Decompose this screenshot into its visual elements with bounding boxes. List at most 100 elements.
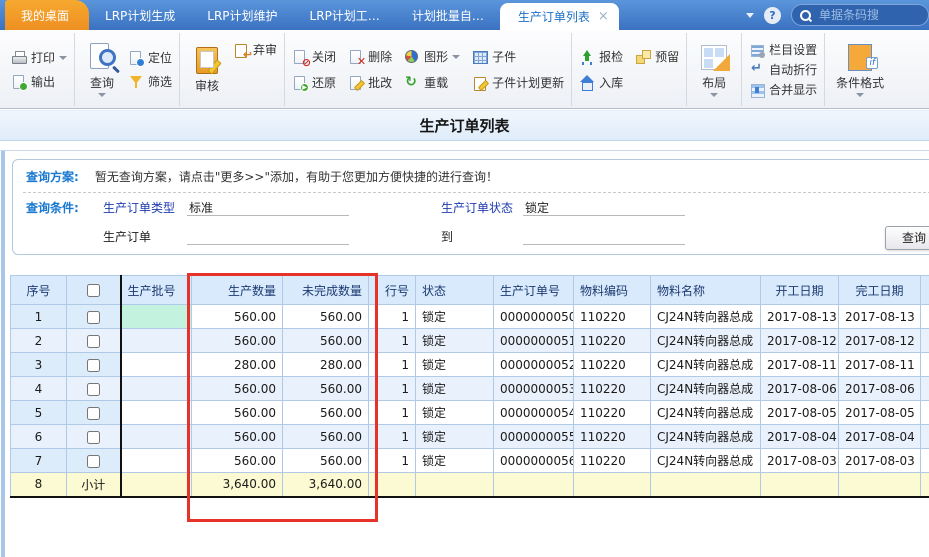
cell-name[interactable]: CJ24N转向器总成 bbox=[651, 401, 761, 425]
graph-button[interactable]: 图形 bbox=[404, 48, 460, 65]
cell-batch[interactable] bbox=[121, 425, 192, 449]
col-header-end[interactable]: 完工日期 bbox=[839, 276, 921, 305]
cell-order_no[interactable]: 0000000055 bbox=[494, 425, 574, 449]
cell-status[interactable]: 锁定 bbox=[416, 449, 494, 473]
cell-qty[interactable]: 560.00 bbox=[192, 377, 283, 401]
cell-order_no[interactable]: 0000000050 bbox=[494, 305, 574, 329]
export-button[interactable]: 输出 bbox=[11, 73, 67, 90]
row-checkbox-cell[interactable] bbox=[67, 353, 121, 377]
col-header-status[interactable]: 状态 bbox=[416, 276, 494, 305]
cell-unfinished[interactable]: 560.00 bbox=[283, 377, 369, 401]
inspect-button[interactable]: 报检 bbox=[579, 48, 623, 65]
cell-code[interactable]: 110220 bbox=[574, 401, 651, 425]
cell-order_no[interactable]: 0000000052 bbox=[494, 353, 574, 377]
row-checkbox-cell[interactable] bbox=[67, 401, 121, 425]
cell-qty[interactable]: 560.00 bbox=[192, 305, 283, 329]
order-from-input[interactable] bbox=[187, 228, 349, 245]
col-header-cb[interactable] bbox=[67, 276, 121, 305]
order-status-label[interactable]: 生产订单状态 bbox=[441, 199, 519, 216]
row-checkbox-cell[interactable] bbox=[67, 329, 121, 353]
cell-start[interactable]: 2017-08-06 bbox=[761, 377, 839, 401]
cell-status[interactable]: 锁定 bbox=[416, 425, 494, 449]
cell-start[interactable]: 2017-08-05 bbox=[761, 401, 839, 425]
cell-unfinished[interactable]: 560.00 bbox=[283, 401, 369, 425]
cell-batch[interactable] bbox=[121, 329, 192, 353]
col-header-line[interactable]: 行号 bbox=[369, 276, 416, 305]
order-type-label[interactable]: 生产订单类型 bbox=[103, 199, 183, 216]
cell-qty[interactable]: 280.00 bbox=[192, 353, 283, 377]
order-type-input[interactable] bbox=[187, 199, 349, 216]
col-header-code[interactable]: 物料编码 bbox=[574, 276, 651, 305]
tab-production-order-list[interactable]: 生产订单列表 × bbox=[500, 3, 619, 30]
close-order-button[interactable]: 关闭 bbox=[292, 48, 336, 65]
cell-order_no[interactable]: 0000000053 bbox=[494, 377, 574, 401]
layout-button[interactable]: 布局 bbox=[694, 42, 734, 97]
order-status-input[interactable] bbox=[523, 199, 685, 216]
cell-start[interactable]: 2017-08-03 bbox=[761, 449, 839, 473]
row-checkbox[interactable] bbox=[87, 455, 100, 468]
cell-code[interactable]: 110220 bbox=[574, 353, 651, 377]
cell-order_no[interactable]: 0000000056 bbox=[494, 449, 574, 473]
cell-end[interactable]: 2017-08-04 bbox=[839, 425, 921, 449]
cell-line[interactable]: 1 bbox=[369, 305, 416, 329]
cell-line[interactable]: 1 bbox=[369, 353, 416, 377]
reserve-button[interactable]: 预留 bbox=[635, 48, 679, 65]
cell-unfinished[interactable]: 560.00 bbox=[283, 449, 369, 473]
cell-end[interactable]: 2017-08-06 bbox=[839, 377, 921, 401]
cell-batch[interactable] bbox=[121, 305, 192, 329]
col-header-start[interactable]: 开工日期 bbox=[761, 276, 839, 305]
cell-end[interactable]: 2017-08-12 bbox=[839, 329, 921, 353]
cell-name[interactable]: CJ24N转向器总成 bbox=[651, 329, 761, 353]
tab-lrp-plan-work[interactable]: LRP计划工… bbox=[294, 0, 396, 30]
cell-code[interactable]: 110220 bbox=[574, 425, 651, 449]
row-checkbox[interactable] bbox=[87, 383, 100, 396]
cell-seq[interactable]: 6 bbox=[11, 425, 67, 449]
restore-button[interactable]: ▶ 还原 bbox=[292, 74, 336, 91]
cell-name[interactable]: CJ24N转向器总成 bbox=[651, 377, 761, 401]
col-header-seq[interactable]: 序号 bbox=[11, 276, 67, 305]
col-header-batch[interactable]: 生产批号 bbox=[121, 276, 192, 305]
cell-status[interactable]: 锁定 bbox=[416, 305, 494, 329]
column-setup-button[interactable]: 栏目设置 bbox=[749, 41, 817, 58]
tab-overflow-chevron-icon[interactable] bbox=[746, 13, 754, 18]
cell-status[interactable]: 锁定 bbox=[416, 329, 494, 353]
cell-end[interactable]: 2017-08-13 bbox=[839, 305, 921, 329]
cell-line[interactable]: 1 bbox=[369, 425, 416, 449]
cell-end[interactable]: 2017-08-05 bbox=[839, 401, 921, 425]
tab-my-desktop[interactable]: 我的桌面 bbox=[5, 0, 89, 30]
cell-start[interactable]: 2017-08-12 bbox=[761, 329, 839, 353]
cell-batch[interactable] bbox=[121, 449, 192, 473]
cell-batch[interactable] bbox=[121, 377, 192, 401]
cell-status[interactable]: 锁定 bbox=[416, 353, 494, 377]
delete-button[interactable]: 删除 bbox=[348, 48, 392, 65]
search-button[interactable]: 查询 bbox=[885, 226, 929, 250]
audit-button[interactable]: 审核 bbox=[187, 45, 227, 94]
cell-seq[interactable]: 5 bbox=[11, 401, 67, 425]
help-icon[interactable]: ? bbox=[764, 7, 781, 24]
cell-code[interactable]: 110220 bbox=[574, 377, 651, 401]
cell-unfinished[interactable]: 560.00 bbox=[283, 305, 369, 329]
cell-unfinished[interactable]: 280.00 bbox=[283, 353, 369, 377]
col-header-order_no[interactable]: 生产订单号 bbox=[494, 276, 574, 305]
child-plan-update-button[interactable]: 子件计划更新 bbox=[472, 74, 564, 91]
cell-seq[interactable]: 2 bbox=[11, 329, 67, 353]
cell-line[interactable]: 1 bbox=[369, 401, 416, 425]
barcode-search-input[interactable] bbox=[817, 7, 911, 23]
row-checkbox[interactable] bbox=[87, 311, 100, 324]
row-checkbox[interactable] bbox=[87, 359, 100, 372]
cell-name[interactable]: CJ24N转向器总成 bbox=[651, 425, 761, 449]
cell-end[interactable]: 2017-08-11 bbox=[839, 353, 921, 377]
row-checkbox[interactable] bbox=[87, 407, 100, 420]
cell-order_no[interactable]: 0000000051 bbox=[494, 329, 574, 353]
cell-name[interactable]: CJ24N转向器总成 bbox=[651, 305, 761, 329]
cell-qty[interactable]: 560.00 bbox=[192, 329, 283, 353]
row-checkbox-cell[interactable] bbox=[67, 449, 121, 473]
order-to-input[interactable] bbox=[523, 228, 685, 245]
cell-start[interactable]: 2017-08-13 bbox=[761, 305, 839, 329]
cell-code[interactable]: 110220 bbox=[574, 329, 651, 353]
cell-name[interactable]: CJ24N转向器总成 bbox=[651, 449, 761, 473]
cell-qty[interactable]: 560.00 bbox=[192, 449, 283, 473]
cell-seq[interactable]: 7 bbox=[11, 449, 67, 473]
locate-button[interactable]: 定位 bbox=[128, 49, 172, 66]
row-checkbox-cell[interactable] bbox=[67, 377, 121, 401]
